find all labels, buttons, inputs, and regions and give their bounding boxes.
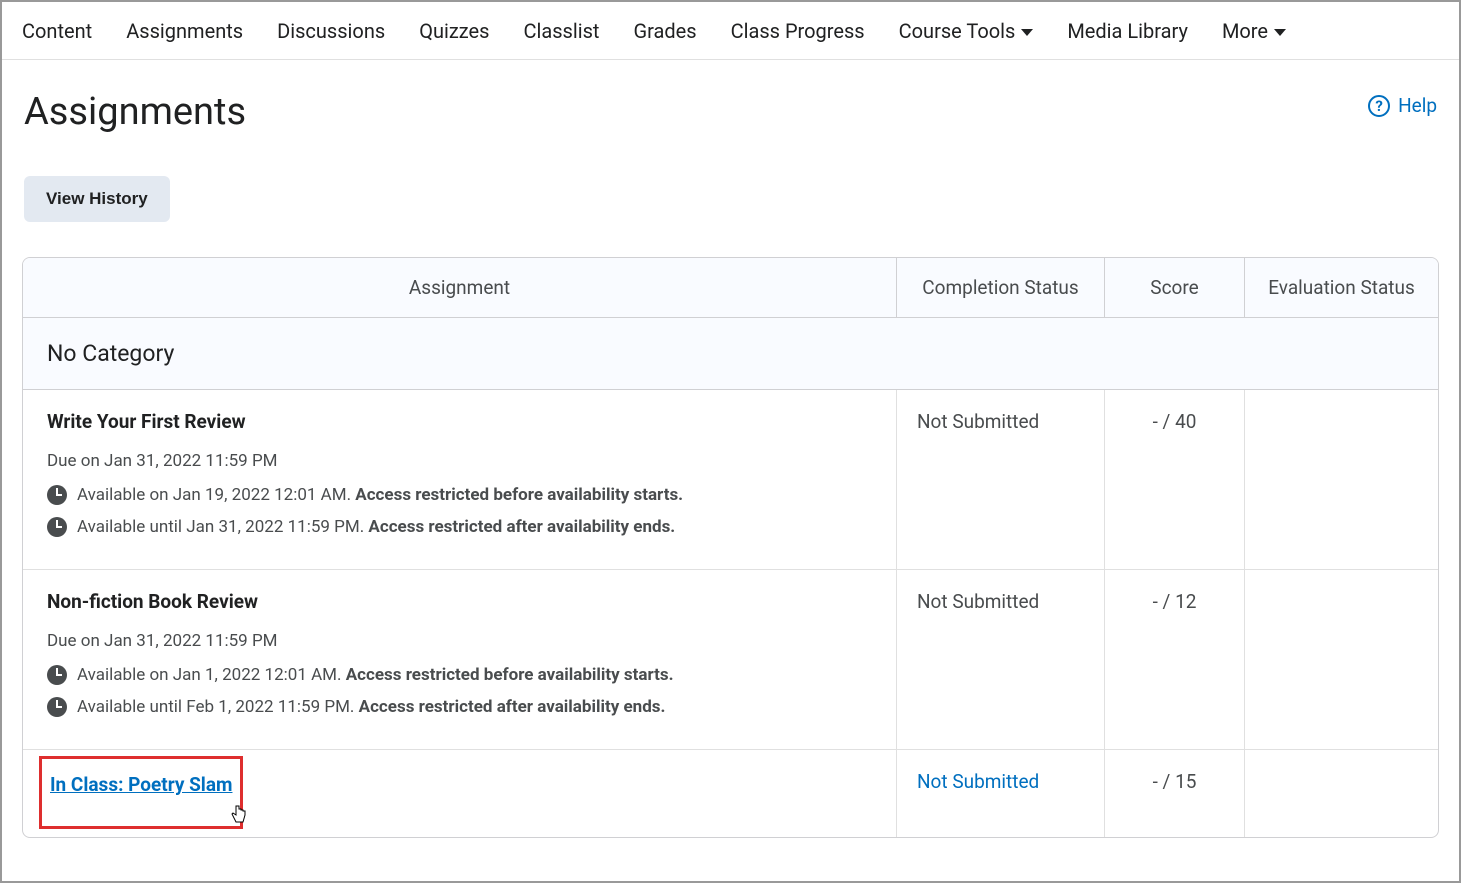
- due-date: Due on Jan 31, 2022 11:59 PM: [47, 631, 872, 651]
- completion-status-link[interactable]: Not Submitted: [896, 750, 1104, 837]
- nav-grades[interactable]: Grades: [633, 19, 696, 43]
- nav-class-progress[interactable]: Class Progress: [731, 19, 865, 43]
- completion-status: Not Submitted: [896, 390, 1104, 569]
- score-value: - / 15: [1104, 750, 1244, 837]
- help-label: Help: [1398, 94, 1437, 117]
- assignment-cell: Non-fiction Book Review Due on Jan 31, 2…: [23, 570, 896, 749]
- nav-media-library[interactable]: Media Library: [1067, 19, 1188, 43]
- clock-icon: [47, 485, 67, 505]
- assignment-title: Non-fiction Book Review: [47, 590, 872, 613]
- assignments-table: Assignment Completion Status Score Evalu…: [22, 257, 1439, 838]
- chevron-down-icon: [1274, 29, 1286, 36]
- table-row: In Class: Poetry Slam Not Submitted - / …: [23, 750, 1438, 837]
- nav-quizzes[interactable]: Quizzes: [419, 19, 489, 43]
- evaluation-status: [1244, 750, 1438, 837]
- page-title: Assignments: [24, 90, 246, 134]
- clock-icon: [47, 697, 67, 717]
- assignment-title: Write Your First Review: [47, 410, 872, 433]
- nav-course-tools[interactable]: Course Tools: [899, 19, 1034, 43]
- due-date: Due on Jan 31, 2022 11:59 PM: [47, 451, 872, 471]
- main-nav: Content Assignments Discussions Quizzes …: [2, 2, 1459, 60]
- help-icon: ?: [1368, 95, 1390, 117]
- clock-icon: [47, 517, 67, 537]
- availability-start: Available on Jan 19, 2022 12:01 AM. Acce…: [47, 485, 872, 505]
- nav-content[interactable]: Content: [22, 19, 92, 43]
- evaluation-status: [1244, 570, 1438, 749]
- th-assignment: Assignment: [23, 258, 896, 317]
- evaluation-status: [1244, 390, 1438, 569]
- completion-status: Not Submitted: [896, 570, 1104, 749]
- table-row: Non-fiction Book Review Due on Jan 31, 2…: [23, 570, 1438, 750]
- chevron-down-icon: [1021, 29, 1033, 36]
- th-score: Score: [1104, 258, 1244, 317]
- nav-classlist[interactable]: Classlist: [523, 19, 599, 43]
- table-header-row: Assignment Completion Status Score Evalu…: [23, 258, 1438, 318]
- score-value: - / 12: [1104, 570, 1244, 749]
- assignment-link[interactable]: In Class: Poetry Slam: [50, 773, 232, 796]
- availability-start: Available on Jan 1, 2022 12:01 AM. Acces…: [47, 665, 872, 685]
- availability-end: Available until Feb 1, 2022 11:59 PM. Ac…: [47, 697, 872, 717]
- page-header: Assignments ? Help: [2, 60, 1459, 134]
- table-row: Write Your First Review Due on Jan 31, 2…: [23, 390, 1438, 570]
- assignment-cell: Write Your First Review Due on Jan 31, 2…: [23, 390, 896, 569]
- cursor-hand-icon: [230, 805, 248, 830]
- clock-icon: [47, 665, 67, 685]
- assignment-cell: In Class: Poetry Slam: [23, 750, 896, 837]
- help-link[interactable]: ? Help: [1368, 94, 1437, 117]
- availability-end: Available until Jan 31, 2022 11:59 PM. A…: [47, 517, 872, 537]
- score-value: - / 40: [1104, 390, 1244, 569]
- view-history-button[interactable]: View History: [24, 176, 170, 222]
- highlight-annotation: In Class: Poetry Slam: [39, 756, 243, 829]
- th-evaluation: Evaluation Status: [1244, 258, 1438, 317]
- nav-more[interactable]: More: [1222, 19, 1286, 43]
- nav-assignments[interactable]: Assignments: [126, 19, 243, 43]
- category-row: No Category: [23, 318, 1438, 390]
- th-completion: Completion Status: [896, 258, 1104, 317]
- nav-discussions[interactable]: Discussions: [277, 19, 385, 43]
